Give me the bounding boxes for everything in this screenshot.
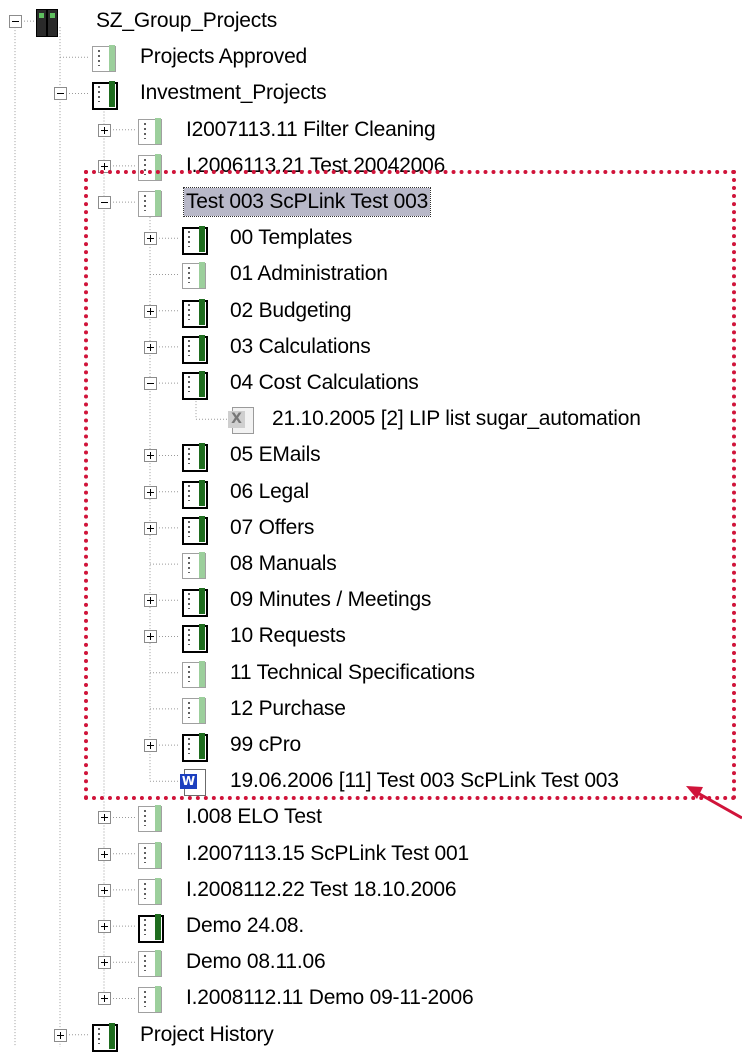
annotation-arrow [686, 786, 742, 820]
